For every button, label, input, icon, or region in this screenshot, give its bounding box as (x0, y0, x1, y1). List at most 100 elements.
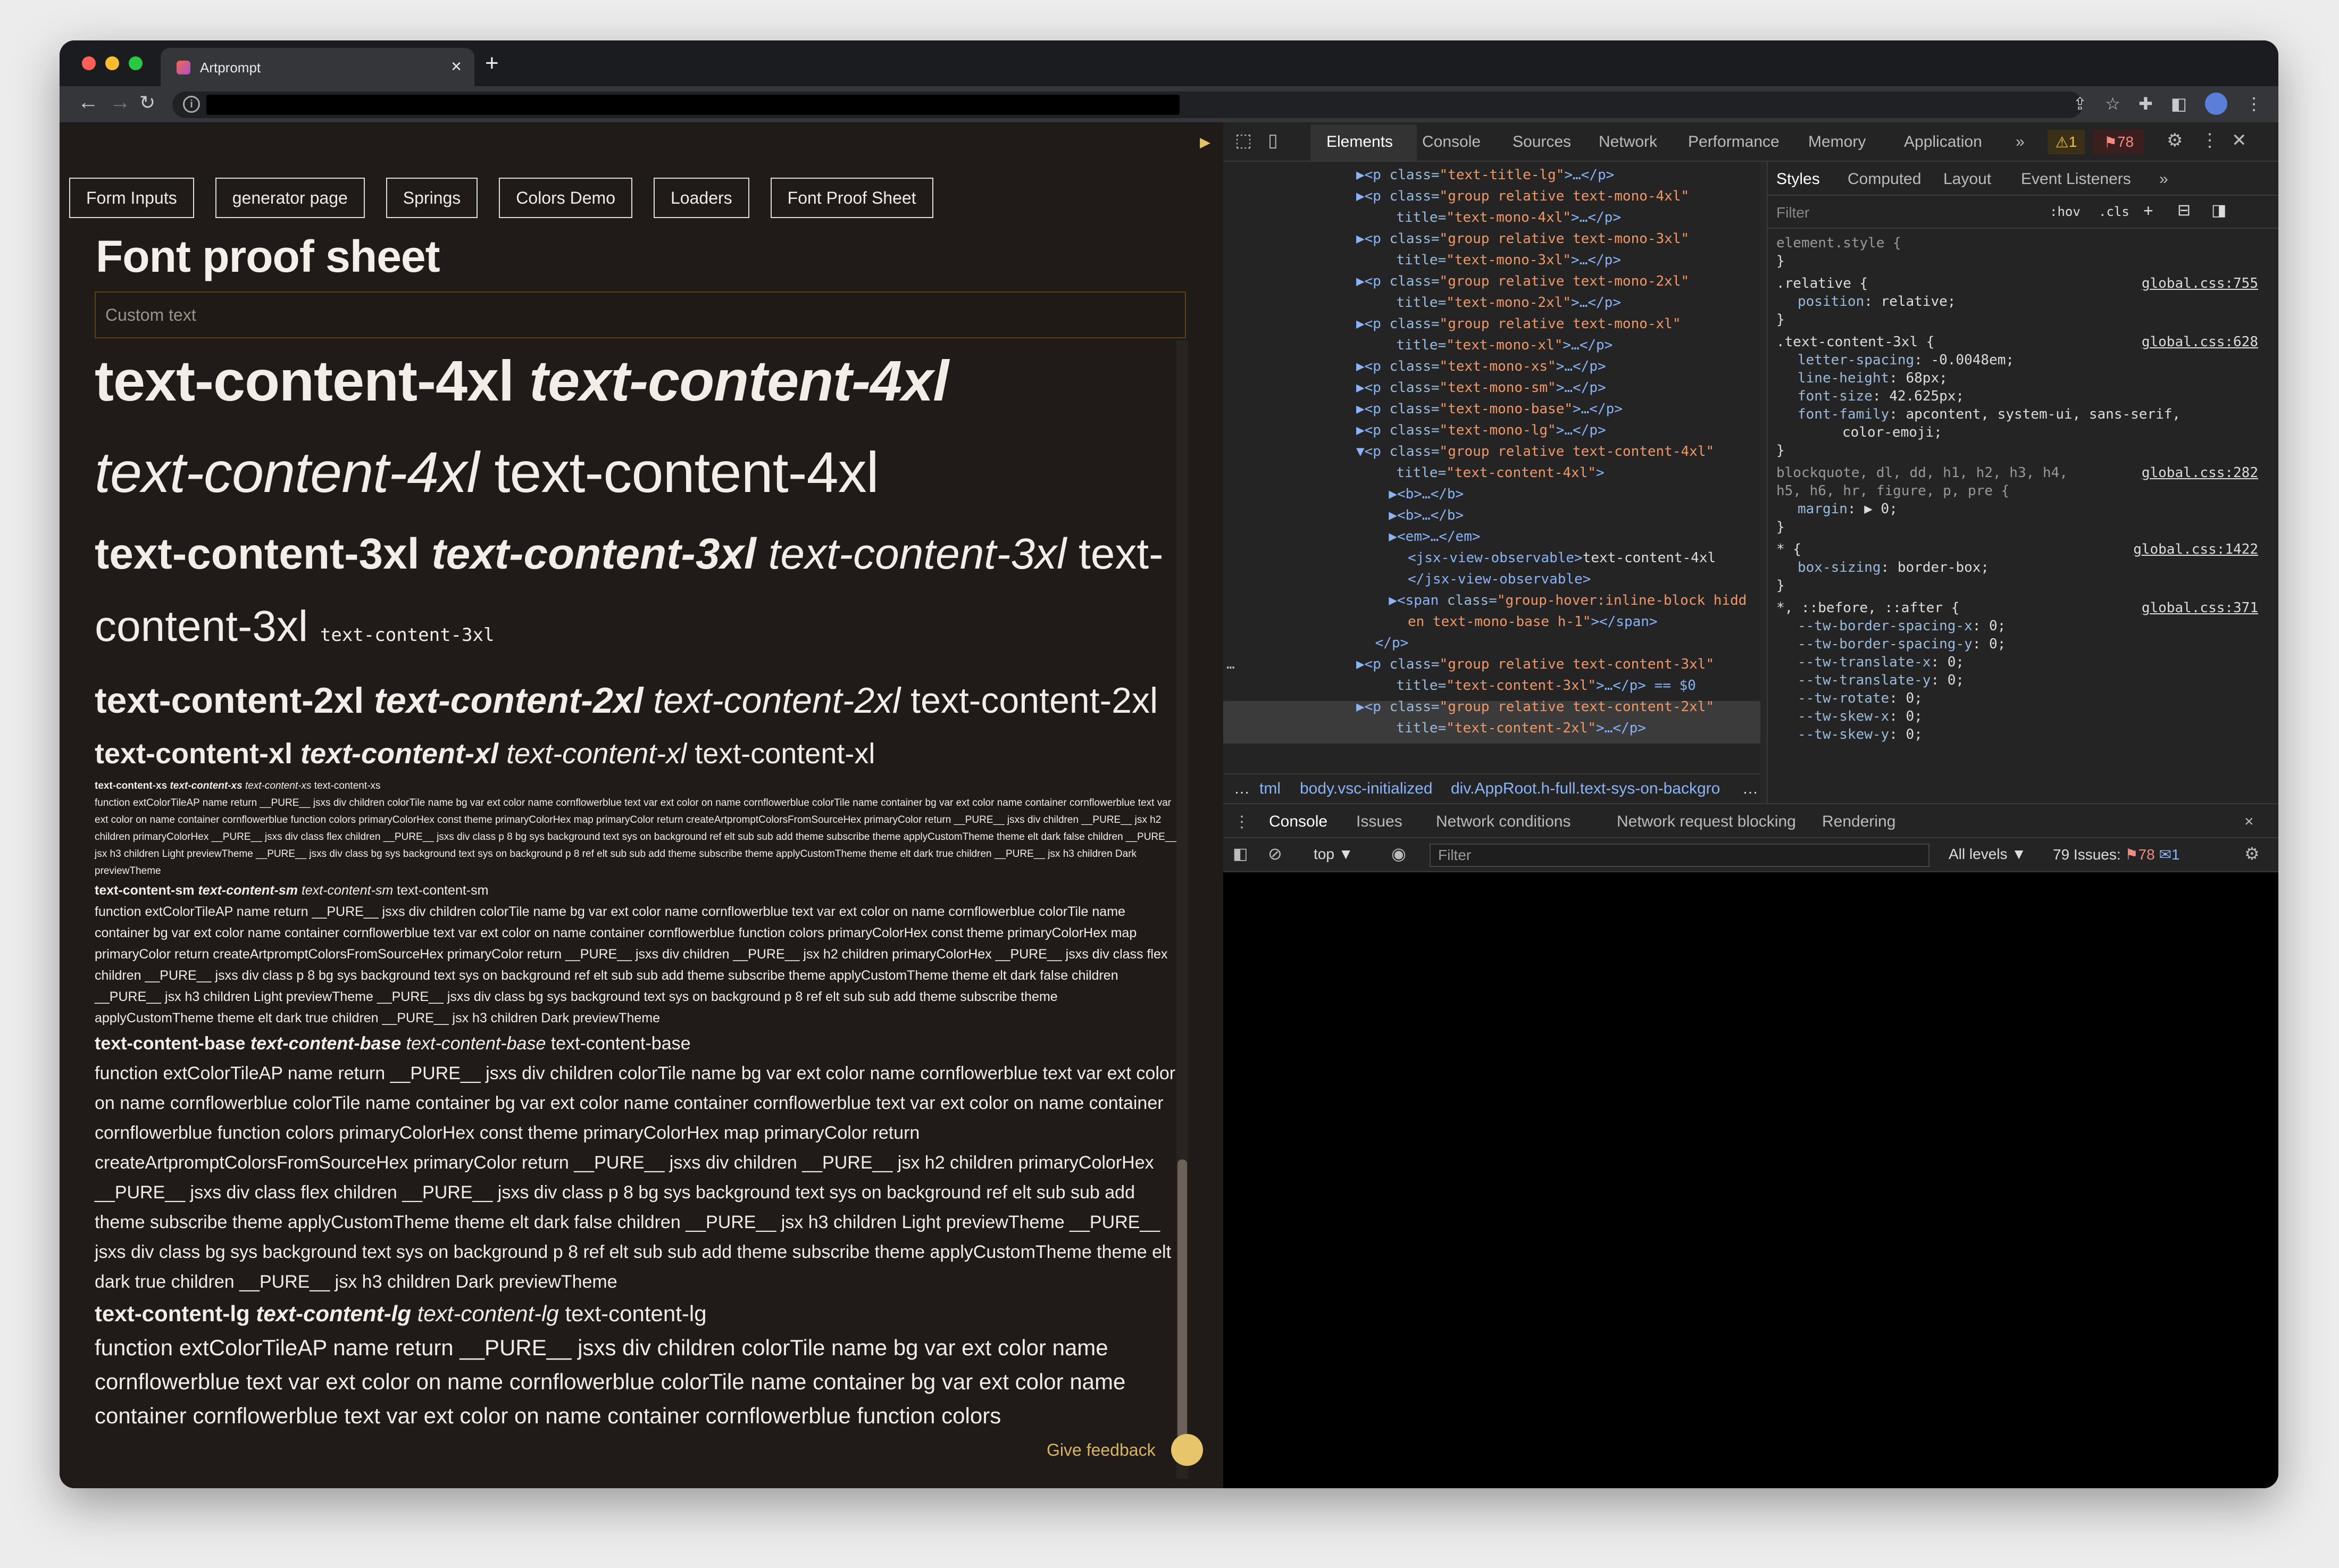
dom-node-line[interactable]: ▶<p class="text-mono-lg">…</p> (1356, 422, 1606, 438)
decl-font-family[interactable]: font-family: apcontent, system-ui, sans-… (1798, 406, 2181, 422)
address-bar[interactable]: i (172, 91, 2083, 118)
styles-filter-input[interactable]: Filter (1776, 204, 1809, 221)
close-window-button[interactable] (82, 56, 96, 70)
share-icon[interactable]: ⇪ (2073, 94, 2087, 114)
breadcrumb-html[interactable]: tml (1259, 780, 1281, 798)
dom-node-line[interactable]: ▶<p class="group relative text-mono-4xl" (1356, 188, 1689, 204)
new-tab-icon[interactable]: + (485, 50, 499, 77)
rule-before-after-selector[interactable]: *, ::before, ::after { (1776, 600, 1959, 616)
dom-node-line[interactable]: ▶<p class="group relative text-mono-xl" (1356, 316, 1681, 332)
dom-node-line[interactable]: ▶<b>…</b> (1372, 486, 1464, 502)
dom-node-line[interactable]: ▶<p class="text-mono-base">…</p> (1356, 401, 1623, 417)
dom-node-line[interactable]: ▶<p class="text-mono-xs">…</p> (1356, 358, 1606, 374)
forward-arrow-icon[interactable]: → (110, 90, 131, 114)
console-context-select[interactable]: top ▼ (1314, 846, 1353, 863)
cls-toggle[interactable]: .cls (2099, 204, 2129, 219)
decl-tw-var[interactable]: --tw-translate-y: 0; (1798, 672, 1964, 688)
element-style-rule[interactable]: element.style { (1776, 235, 1901, 251)
tab-performance[interactable]: Performance (1688, 133, 1780, 151)
dom-node-line[interactable]: title="text-content-4xl"> (1380, 465, 1604, 481)
paused-play-icon[interactable]: ▶ (1200, 134, 1210, 151)
tab-elements[interactable]: Elements (1326, 133, 1393, 151)
dom-node-line[interactable]: ▶<p class="group relative text-mono-2xl" (1356, 273, 1689, 289)
warnings-badge[interactable]: ⚠ 1 (2048, 130, 2085, 154)
log-levels-select[interactable]: All levels ▼ (1949, 846, 2026, 863)
dom-node-line[interactable]: ▶<p class="text-mono-sm">…</p> (1356, 380, 1606, 396)
bookmark-star-icon[interactable]: ☆ (2105, 94, 2120, 114)
minimize-window-button[interactable] (105, 56, 119, 70)
dom-node-line[interactable]: </jsx-view-observable> (1383, 571, 1591, 587)
decl-letter-spacing[interactable]: letter-spacing: -0.0048em; (1798, 352, 2014, 368)
tab-computed[interactable]: Computed (1848, 170, 1921, 188)
dom-node-line[interactable]: ▶<span class="group-hover:inline-block h… (1372, 593, 1747, 608)
more-style-tabs-icon[interactable]: » (2159, 170, 2168, 188)
maximize-window-button[interactable] (129, 56, 143, 70)
decl-tw-var[interactable]: --tw-translate-x: 0; (1798, 654, 1964, 670)
extensions-puzzle-icon[interactable]: ✚ (2138, 94, 2153, 114)
devtools-menu-icon[interactable]: ⋮ (2201, 130, 2219, 151)
node-actions-icon[interactable]: … (1226, 656, 1235, 672)
dom-node-line[interactable]: title="text-mono-2xl">…</p> (1380, 295, 1621, 311)
clear-console-icon[interactable]: ⊘ (1268, 844, 1282, 864)
console-settings-gear-icon[interactable]: ⚙ (2244, 844, 2260, 864)
errors-badge[interactable]: ⚑ 78 (2093, 130, 2144, 154)
tab-memory[interactable]: Memory (1808, 133, 1866, 151)
rule-relative-selector[interactable]: .relative { (1776, 276, 1868, 291)
nav-button-springs[interactable]: Springs (386, 178, 478, 218)
drawer-tab-issues[interactable]: Issues (1356, 813, 1402, 831)
dom-node-line[interactable]: title="text-content-3xl">…</p> == $0 (1380, 678, 1696, 694)
nav-button-colors-demo[interactable]: Colors Demo (499, 178, 632, 218)
dom-node-line[interactable]: title="text-mono-3xl">…</p> (1380, 252, 1621, 268)
inspect-element-icon[interactable]: ⬚ (1235, 130, 1252, 151)
page-scrollbar-thumb[interactable] (1177, 1160, 1187, 1457)
dom-node-line[interactable]: ▶<em>…</em> (1372, 529, 1480, 545)
close-drawer-icon[interactable]: × (2244, 813, 2254, 831)
breadcrumb-overflow-end[interactable]: … (1742, 780, 1758, 798)
decl-margin[interactable]: margin: ▶ 0; (1798, 501, 1898, 517)
tab-application[interactable]: Application (1904, 133, 1982, 151)
feedback-megaphone-icon[interactable] (1171, 1434, 1203, 1466)
element-state-icon[interactable]: ⊟ (2177, 201, 2191, 220)
reload-icon[interactable]: ↻ (139, 91, 155, 114)
decl-tw-var[interactable]: --tw-skew-y: 0; (1798, 727, 1923, 743)
tab-network[interactable]: Network (1599, 133, 1657, 151)
decl-box-sizing[interactable]: box-sizing: border-box; (1798, 560, 1989, 576)
profile-avatar[interactable] (2205, 93, 2227, 115)
rule-relative-source-link[interactable]: global.css:755 (2142, 276, 2258, 291)
toggle-sidebar-icon[interactable]: ◨ (2211, 201, 2226, 220)
dom-node-line[interactable]: en text-mono-base h-1"></span> (1383, 614, 1658, 630)
side-panel-icon[interactable]: ◧ (2171, 94, 2187, 114)
breadcrumb-overflow[interactable]: … (1234, 780, 1250, 798)
decl-tw-var[interactable]: --tw-border-spacing-x: 0; (1798, 618, 2006, 634)
console-sidebar-icon[interactable]: ◧ (1233, 845, 1248, 863)
nav-button-font-proof-sheet[interactable]: Font Proof Sheet (770, 178, 933, 218)
rule-before-after-source-link[interactable]: global.css:371 (2142, 600, 2258, 616)
dom-node-line[interactable]: <jsx-view-observable>text-content-4xl (1383, 550, 1716, 566)
tab-sources[interactable]: Sources (1513, 133, 1571, 151)
settings-gear-icon[interactable]: ⚙ (2167, 130, 2183, 151)
tab-styles[interactable]: Styles (1776, 170, 1820, 188)
rule-blockquote-selector[interactable]: blockquote, dl, dd, h1, h2, h3, h4, (1776, 465, 2068, 481)
browser-tab[interactable]: Artprompt × (161, 48, 474, 86)
drawer-tab-network-request-blocking[interactable]: Network request blocking (1617, 813, 1796, 831)
decl-line-height[interactable]: line-height: 68px; (1798, 370, 1948, 386)
drawer-tab-network-conditions[interactable]: Network conditions (1436, 813, 1571, 831)
dom-node-line[interactable]: title="text-content-2xl">…</p> (1380, 720, 1646, 736)
tab-console[interactable]: Console (1422, 133, 1481, 151)
more-tabs-icon[interactable]: » (2016, 133, 2025, 151)
drawer-tab-console[interactable]: Console (1269, 813, 1327, 831)
nav-button-loaders[interactable]: Loaders (654, 178, 749, 218)
tab-event-listeners[interactable]: Event Listeners (2021, 170, 2131, 188)
decl-tw-var[interactable]: --tw-border-spacing-y: 0; (1798, 636, 2006, 652)
dom-node-line[interactable]: ▶<b>…</b> (1372, 507, 1464, 523)
dom-node-line[interactable]: ▶<p class="group relative text-content-2… (1356, 699, 1714, 715)
close-devtools-icon[interactable]: ✕ (2232, 130, 2247, 151)
issues-counter[interactable]: 79 Issues: ⚑78 ✉1 (2053, 846, 2180, 863)
console-filter-input[interactable]: Filter (1430, 844, 1929, 867)
rule-blockquote-source-link[interactable]: global.css:282 (2142, 465, 2258, 481)
custom-text-input[interactable]: Custom text (95, 291, 1186, 338)
dom-node-line[interactable]: title="text-mono-xl">…</p> (1380, 337, 1613, 353)
breadcrumb-approot[interactable]: div.AppRoot.h-full.text-sys-on-backgro (1451, 780, 1720, 798)
rule-relative-declaration[interactable]: position: relative; (1798, 294, 1956, 310)
hov-toggle[interactable]: :hov (2050, 204, 2081, 219)
